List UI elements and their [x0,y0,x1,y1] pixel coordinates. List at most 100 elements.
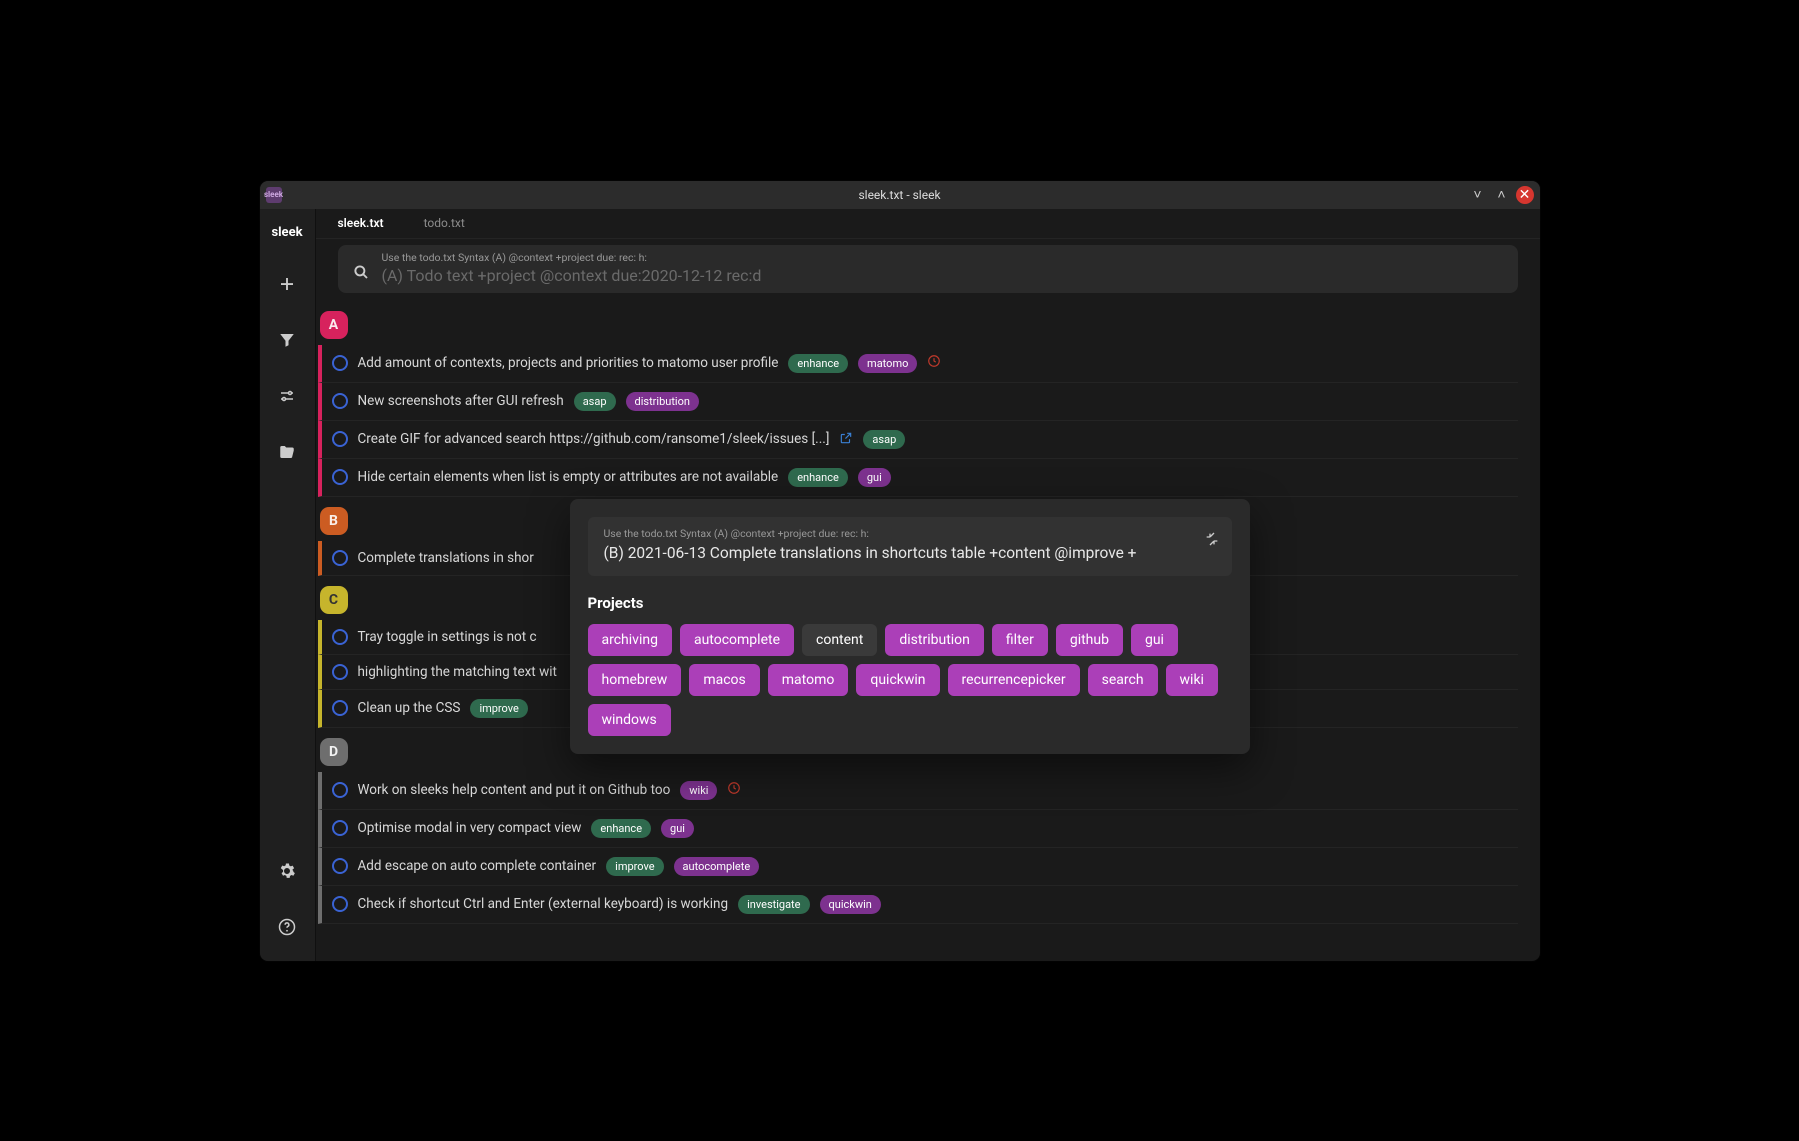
project-chip[interactable]: archiving [588,624,672,656]
question-icon [278,918,296,936]
complete-checkbox[interactable] [332,469,348,485]
folder-icon [278,443,296,461]
filter-button[interactable] [260,312,316,368]
project-chip[interactable]: filter [992,624,1048,656]
search-bar[interactable]: Use the todo.txt Syntax (A) @context +pr… [338,245,1518,293]
gear-icon [278,862,296,880]
complete-checkbox[interactable] [332,355,348,371]
close-button[interactable]: ✕ [1516,186,1534,204]
todo-text: Hide certain elements when list is empty… [358,469,779,485]
project-chip[interactable]: gui [1131,624,1178,656]
project-chip[interactable]: distribution [885,624,984,656]
complete-checkbox[interactable] [332,664,348,680]
complete-checkbox[interactable] [332,858,348,874]
sliders-button[interactable] [260,368,316,424]
project-chip[interactable]: quickwin [856,664,939,696]
popover-input[interactable]: (B) 2021-06-13 Complete translations in … [604,544,1192,562]
complete-checkbox[interactable] [332,782,348,798]
todo-row[interactable]: Hide certain elements when list is empty… [318,459,1518,497]
due-icon [927,354,941,372]
todo-row[interactable]: Add escape on auto complete containerimp… [318,848,1518,886]
todo-text: Tray toggle in settings is not c [358,629,537,645]
todo-row[interactable]: Work on sleeks help content and put it o… [318,772,1518,810]
todo-text: Clean up the CSS [358,700,461,716]
todo-text: Check if shortcut Ctrl and Enter (extern… [358,896,729,912]
todo-tag[interactable]: improve [606,857,663,876]
todo-text: Work on sleeks help content and put it o… [358,782,671,798]
search-input[interactable]: (A) Todo text +project @context due:2020… [382,266,1504,285]
brand-label: sleek [271,215,302,256]
todo-tag[interactable]: quickwin [820,895,881,914]
search-hint: Use the todo.txt Syntax (A) @context +pr… [382,251,1504,264]
todo-tag[interactable]: asap [863,430,905,449]
titlebar: sleek sleek.txt - sleek ˅ ˄ ✕ [260,181,1540,209]
plus-icon [278,275,296,293]
project-chip[interactable]: homebrew [588,664,682,696]
popover-input-card[interactable]: Use the todo.txt Syntax (A) @context +pr… [588,517,1232,576]
file-tab[interactable]: todo.txt [424,216,465,230]
sliders-icon [278,387,296,405]
priority-badge: A [320,311,348,339]
complete-checkbox[interactable] [332,550,348,566]
file-tab[interactable]: sleek.txt [338,216,384,230]
todo-tag[interactable]: gui [858,468,891,487]
priority-group: DWork on sleeks help content and put it … [316,738,1518,924]
project-chip[interactable]: github [1056,624,1123,656]
todo-tag[interactable]: gui [661,819,694,838]
edit-popover: Use the todo.txt Syntax (A) @context +pr… [570,499,1250,754]
todo-tag[interactable]: matomo [858,354,917,373]
collapse-icon [1204,531,1220,547]
todo-row[interactable]: Add amount of contexts, projects and pri… [318,345,1518,383]
todo-text: New screenshots after GUI refresh [358,393,564,409]
project-chip[interactable]: macos [689,664,759,696]
todo-tag[interactable]: distribution [626,392,699,411]
complete-checkbox[interactable] [332,431,348,447]
todo-text: Complete translations in shor [358,550,534,566]
todo-tag[interactable]: wiki [680,781,717,800]
todo-tag[interactable]: autocomplete [674,857,760,876]
complete-checkbox[interactable] [332,629,348,645]
minimize-button[interactable]: ˅ [1468,185,1488,205]
todo-text: Optimise modal in very compact view [358,820,582,836]
settings-button[interactable] [260,843,316,899]
project-chip[interactable]: content [802,624,877,656]
popover-hint: Use the todo.txt Syntax (A) @context +pr… [604,527,1192,540]
complete-checkbox[interactable] [332,393,348,409]
open-file-button[interactable] [260,424,316,480]
window-title: sleek.txt - sleek [260,188,1540,202]
todo-tag[interactable]: enhance [788,354,848,373]
todo-row[interactable]: Optimise modal in very compact view enhan… [318,810,1518,848]
sidebar: sleek [260,209,316,961]
todo-tag[interactable]: improve [470,699,527,718]
due-icon [727,781,741,799]
popover-heading: Projects [588,594,1232,612]
project-chip[interactable]: windows [588,704,671,736]
maximize-button[interactable]: ˄ [1492,185,1512,205]
project-chip[interactable]: autocomplete [680,624,794,656]
project-chip[interactable]: search [1088,664,1158,696]
todo-text: Add amount of contexts, projects and pri… [358,355,779,371]
funnel-icon [278,331,296,349]
add-button[interactable] [260,256,316,312]
project-chip[interactable]: matomo [768,664,849,696]
external-link-icon[interactable] [839,430,853,449]
help-button[interactable] [260,899,316,955]
search-icon [352,263,370,281]
todo-tag[interactable]: investigate [738,895,809,914]
todo-text: Create GIF for advanced search https://g… [358,431,830,447]
complete-checkbox[interactable] [332,700,348,716]
project-chip[interactable]: wiki [1166,664,1218,696]
todo-row[interactable]: Check if shortcut Ctrl and Enter (extern… [318,886,1518,924]
collapse-button[interactable] [1204,531,1220,551]
todo-row[interactable]: New screenshots after GUI refresh asapdis… [318,383,1518,421]
todo-tag[interactable]: enhance [788,468,848,487]
priority-badge: B [320,507,348,535]
app-icon: sleek [266,187,282,203]
todo-tag[interactable]: asap [574,392,616,411]
complete-checkbox[interactable] [332,820,348,836]
file-tabs: sleek.txt todo.txt [316,209,1540,239]
todo-row[interactable]: Create GIF for advanced search https://g… [318,421,1518,459]
complete-checkbox[interactable] [332,896,348,912]
project-chip[interactable]: recurrencepicker [948,664,1080,696]
todo-tag[interactable]: enhance [591,819,651,838]
